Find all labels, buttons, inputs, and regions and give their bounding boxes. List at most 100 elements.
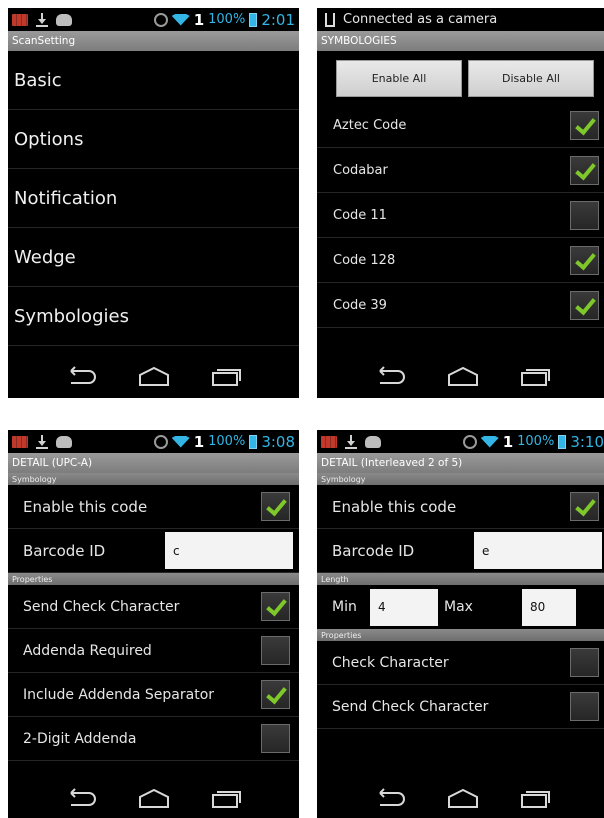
title-bar: DETAIL (UPC-A) (8, 453, 299, 473)
symbology-label: Code 11 (333, 207, 387, 223)
max-input[interactable]: 80 (522, 588, 576, 626)
symbology-row[interactable]: Code 11 (317, 193, 604, 238)
symbology-label: Code 128 (333, 252, 396, 268)
enable-all-button[interactable]: Enable All (336, 60, 462, 97)
battery-icon (558, 434, 567, 449)
menu-item-basic[interactable]: Basic (8, 51, 299, 110)
back-icon[interactable] (374, 787, 408, 809)
symbology-label: Code 39 (333, 297, 387, 313)
back-icon[interactable] (65, 365, 99, 387)
enable-code-row[interactable]: Enable this code (317, 485, 604, 529)
app-notification-icon (12, 435, 28, 448)
property-checkbox[interactable] (570, 648, 599, 677)
clock: 2:01 (261, 10, 295, 29)
battery-percent: 100% (208, 434, 246, 449)
screen-symbologies: Connected as a camera SYMBOLOGIES Enable… (317, 8, 604, 398)
signal-count: 1 (193, 432, 205, 451)
property-row[interactable]: Addenda Required (8, 629, 299, 673)
enable-code-checkbox[interactable] (261, 492, 290, 521)
download-icon (36, 434, 48, 449)
property-row[interactable]: Send Check Character (317, 685, 604, 729)
property-row[interactable]: Send Check Character (8, 585, 299, 629)
symbology-row[interactable]: Codabar (317, 148, 604, 193)
title-bar: ScanSetting (8, 31, 299, 51)
screen-detail-upc-a: 1 100% 3:08 DETAIL (UPC-A) Symbology Ena… (8, 430, 299, 818)
home-icon[interactable] (137, 787, 171, 809)
symbology-checkbox[interactable] (570, 200, 599, 230)
symbology-row[interactable]: Aztec Code (317, 103, 604, 148)
recent-apps-icon[interactable] (518, 365, 552, 387)
enable-code-label: Enable this code (332, 497, 457, 516)
property-checkbox[interactable] (261, 592, 290, 621)
app-notification-icon (321, 435, 337, 448)
property-checkbox[interactable] (261, 636, 290, 665)
barcode-id-label: Barcode ID (23, 541, 106, 560)
enable-code-checkbox[interactable] (570, 492, 599, 521)
app-notification-icon (12, 13, 28, 26)
battery-icon (249, 12, 258, 27)
section-header-properties: Properties (8, 573, 299, 585)
recent-apps-icon[interactable] (209, 787, 243, 809)
enable-code-row[interactable]: Enable this code (8, 485, 299, 529)
max-label: Max (444, 599, 473, 615)
status-bar: 1 100% 3:08 (8, 430, 299, 453)
signal-count: 1 (193, 10, 205, 29)
status-bar: 1 100% 2:01 (8, 8, 299, 31)
nav-bar (317, 776, 604, 818)
barcode-id-input[interactable]: e (474, 532, 602, 569)
recent-apps-icon[interactable] (518, 787, 552, 809)
menu-item-wedge[interactable]: Wedge (8, 228, 299, 287)
menu-item-notification[interactable]: Notification (8, 169, 299, 228)
screen-scan-setting: 1 100% 2:01 ScanSetting Basic Options No… (8, 8, 299, 398)
property-row[interactable]: Include Addenda Separator (8, 673, 299, 717)
min-input[interactable]: 4 (370, 588, 438, 626)
usb-status: Connected as a camera (343, 12, 498, 27)
nav-bar (8, 776, 299, 818)
property-checkbox[interactable] (261, 724, 290, 753)
barcode-id-input[interactable]: c (165, 532, 293, 569)
wifi-icon (171, 435, 190, 448)
android-icon (365, 435, 381, 448)
symbology-checkbox[interactable] (570, 155, 599, 185)
download-icon (36, 12, 48, 27)
property-checkbox[interactable] (261, 680, 290, 709)
property-row[interactable]: 2-Digit Addenda (8, 717, 299, 761)
symbology-label: Codabar (333, 162, 388, 178)
recent-apps-icon[interactable] (209, 365, 243, 387)
back-icon[interactable] (65, 787, 99, 809)
symbology-checkbox[interactable] (570, 110, 599, 140)
title-bar: SYMBOLOGIES (317, 31, 604, 51)
home-icon[interactable] (137, 365, 171, 387)
barcode-id-row: Barcode ID e (317, 529, 604, 573)
symbology-checkbox[interactable] (570, 245, 599, 275)
status-bar: 1 100% 3:10 (317, 430, 604, 453)
property-row[interactable]: Check Character (317, 641, 604, 685)
android-icon (56, 13, 72, 26)
section-header-symbology: Symbology (317, 473, 604, 485)
rotation-icon (153, 12, 168, 27)
rotation-icon (462, 434, 477, 449)
property-label: Addenda Required (23, 642, 152, 659)
wifi-icon (480, 435, 499, 448)
back-icon[interactable] (374, 365, 408, 387)
status-bar: Connected as a camera (317, 8, 604, 31)
home-icon[interactable] (446, 365, 480, 387)
barcode-id-label: Barcode ID (332, 541, 415, 560)
menu-item-symbologies[interactable]: Symbologies (8, 287, 299, 346)
menu-item-options[interactable]: Options (8, 110, 299, 169)
section-header-length: Length (317, 573, 604, 585)
section-header-symbology: Symbology (8, 473, 299, 485)
home-icon[interactable] (446, 787, 480, 809)
nav-bar (317, 354, 604, 398)
property-label: Send Check Character (23, 598, 180, 615)
min-label: Min (332, 599, 357, 615)
clock: 3:08 (261, 432, 295, 451)
signal-count: 1 (502, 432, 514, 451)
battery-icon (249, 434, 258, 449)
property-checkbox[interactable] (570, 692, 599, 721)
screen-detail-interleaved: 1 100% 3:10 DETAIL (Interleaved 2 of 5) … (317, 430, 604, 818)
symbology-checkbox[interactable] (570, 290, 599, 320)
symbology-row[interactable]: Code 39 (317, 283, 604, 328)
disable-all-button[interactable]: Disable All (468, 60, 594, 97)
symbology-row[interactable]: Code 128 (317, 238, 604, 283)
